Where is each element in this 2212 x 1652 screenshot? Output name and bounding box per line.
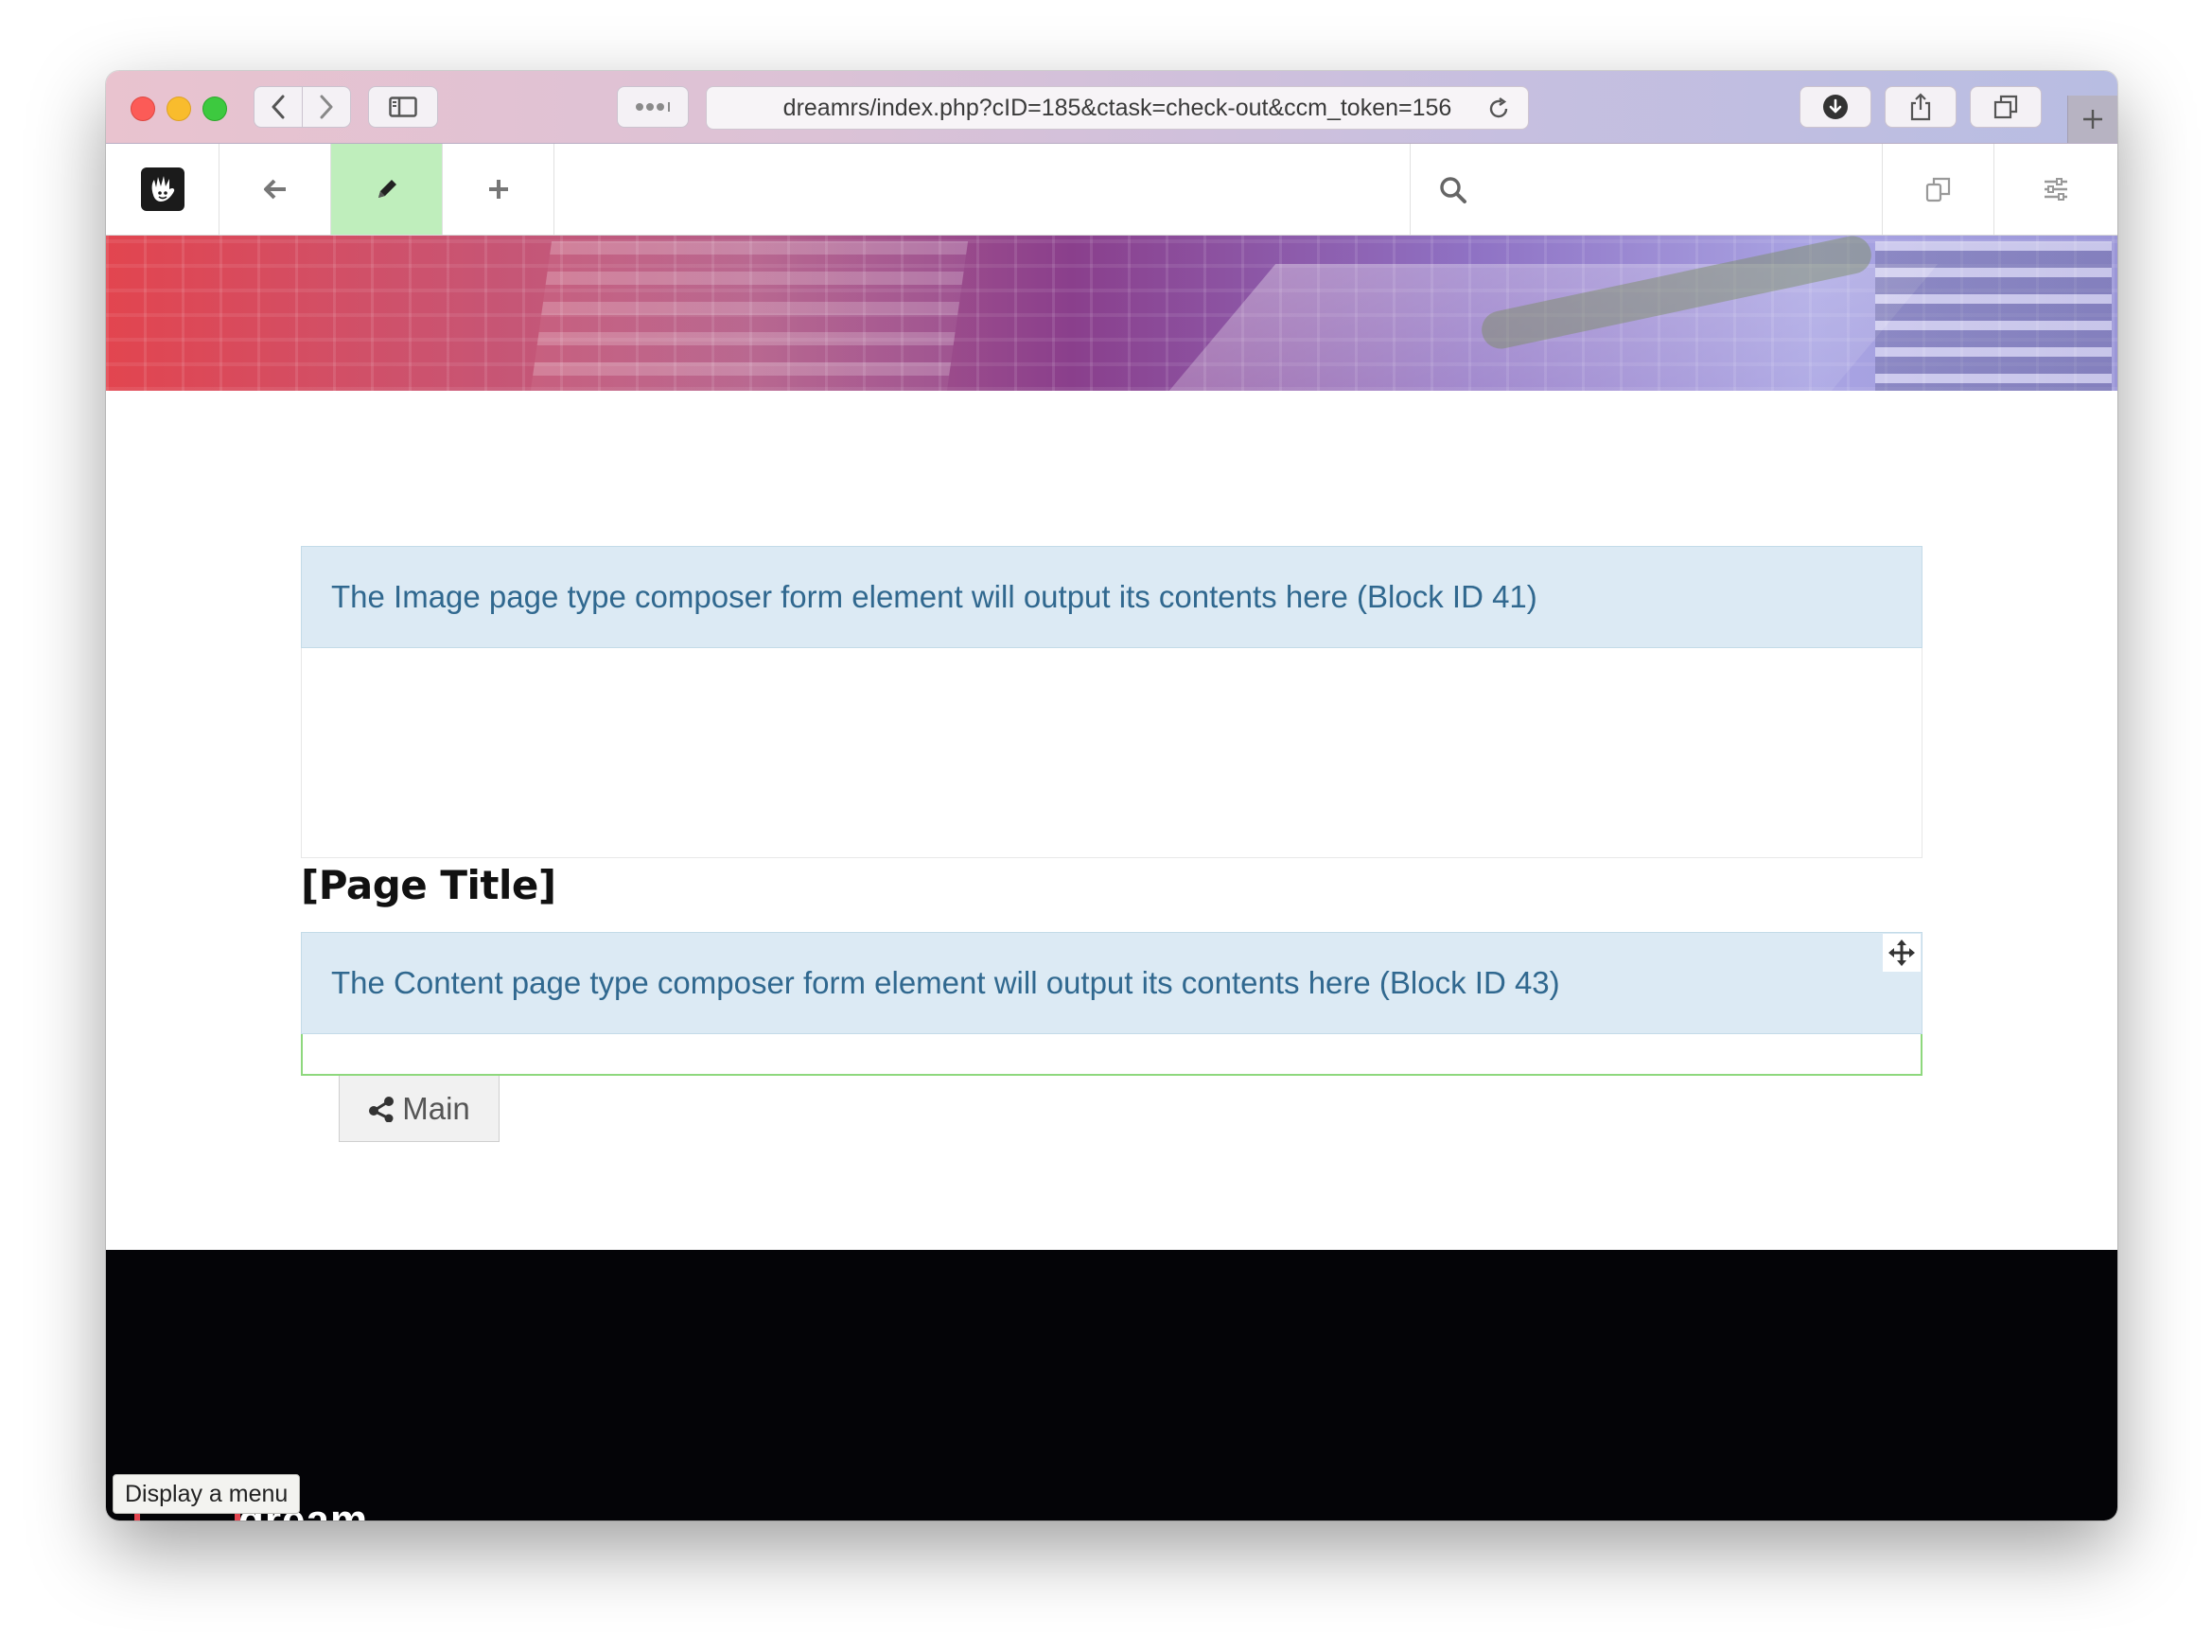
cms-logo-button[interactable] bbox=[106, 144, 219, 235]
forward-button[interactable] bbox=[302, 86, 351, 128]
cms-toolbar bbox=[106, 144, 2117, 236]
sidebar-icon bbox=[389, 97, 417, 117]
toolbar-sitemap-button[interactable] bbox=[1883, 144, 1994, 235]
page-title: [Page Title] bbox=[301, 862, 556, 908]
reader-button[interactable] bbox=[617, 86, 689, 128]
area-main-tab[interactable]: Main bbox=[339, 1076, 500, 1142]
share-button[interactable] bbox=[1885, 86, 1957, 128]
download-icon bbox=[1823, 95, 1848, 119]
main-content-area[interactable]: The Content page type composer form elem… bbox=[301, 932, 1922, 1076]
add-plus-icon bbox=[488, 180, 508, 199]
url-text: dreamrs/index.php?cID=185&ctask=check-ou… bbox=[782, 94, 1452, 121]
move-arrows-icon bbox=[1888, 940, 1915, 966]
area-main-label: Main bbox=[402, 1090, 470, 1126]
display-menu-tooltip: Display a menu bbox=[113, 1474, 301, 1514]
back-icon bbox=[272, 95, 285, 119]
move-block-handle[interactable] bbox=[1883, 934, 1921, 972]
page-footer bbox=[106, 1250, 2117, 1520]
new-tab-icon bbox=[2083, 110, 2102, 129]
back-button[interactable] bbox=[254, 86, 303, 128]
toolbar-search bbox=[1410, 144, 1883, 235]
minimize-window-button[interactable] bbox=[167, 97, 191, 121]
toolbar-back-button[interactable] bbox=[219, 144, 331, 235]
reader-icon bbox=[636, 102, 670, 112]
close-window-button[interactable] bbox=[131, 97, 155, 121]
share-icon bbox=[1910, 93, 1931, 121]
download-button[interactable] bbox=[1799, 86, 1871, 128]
share-nodes-icon bbox=[369, 1096, 395, 1122]
settings-sliders-icon bbox=[2045, 178, 2067, 201]
forward-icon bbox=[320, 95, 333, 119]
tabs-button[interactable] bbox=[1970, 86, 2042, 128]
back-arrow-icon bbox=[263, 179, 286, 200]
browser-titlebar: dreamrs/index.php?cID=185&ctask=check-ou… bbox=[106, 71, 2117, 144]
sidebar-button[interactable] bbox=[368, 86, 438, 128]
edit-pencil-icon bbox=[377, 180, 396, 198]
reload-icon[interactable] bbox=[1486, 97, 1511, 121]
toolbar-search-input[interactable] bbox=[1477, 165, 1859, 216]
hero-banner-image bbox=[106, 232, 2117, 391]
toolbar-add-button[interactable] bbox=[443, 144, 554, 235]
toolbar-edit-button[interactable] bbox=[331, 144, 443, 235]
tabs-icon bbox=[1993, 95, 2018, 119]
content-composer-note: The Content page type composer form elem… bbox=[301, 932, 1922, 1034]
sitemap-icon bbox=[1925, 177, 1950, 202]
image-composer-note: The Image page type composer form elemen… bbox=[301, 546, 1922, 648]
new-tab-button[interactable] bbox=[2067, 96, 2117, 143]
url-bar[interactable]: dreamrs/index.php?cID=185&ctask=check-ou… bbox=[706, 86, 1529, 130]
toolbar-settings-button[interactable] bbox=[1994, 144, 2117, 235]
browser-window: dreamrs/index.php?cID=185&ctask=check-ou… bbox=[106, 71, 2117, 1520]
concrete5-logo-icon bbox=[140, 167, 184, 211]
search-icon bbox=[1440, 177, 1466, 203]
zoom-window-button[interactable] bbox=[202, 97, 227, 121]
